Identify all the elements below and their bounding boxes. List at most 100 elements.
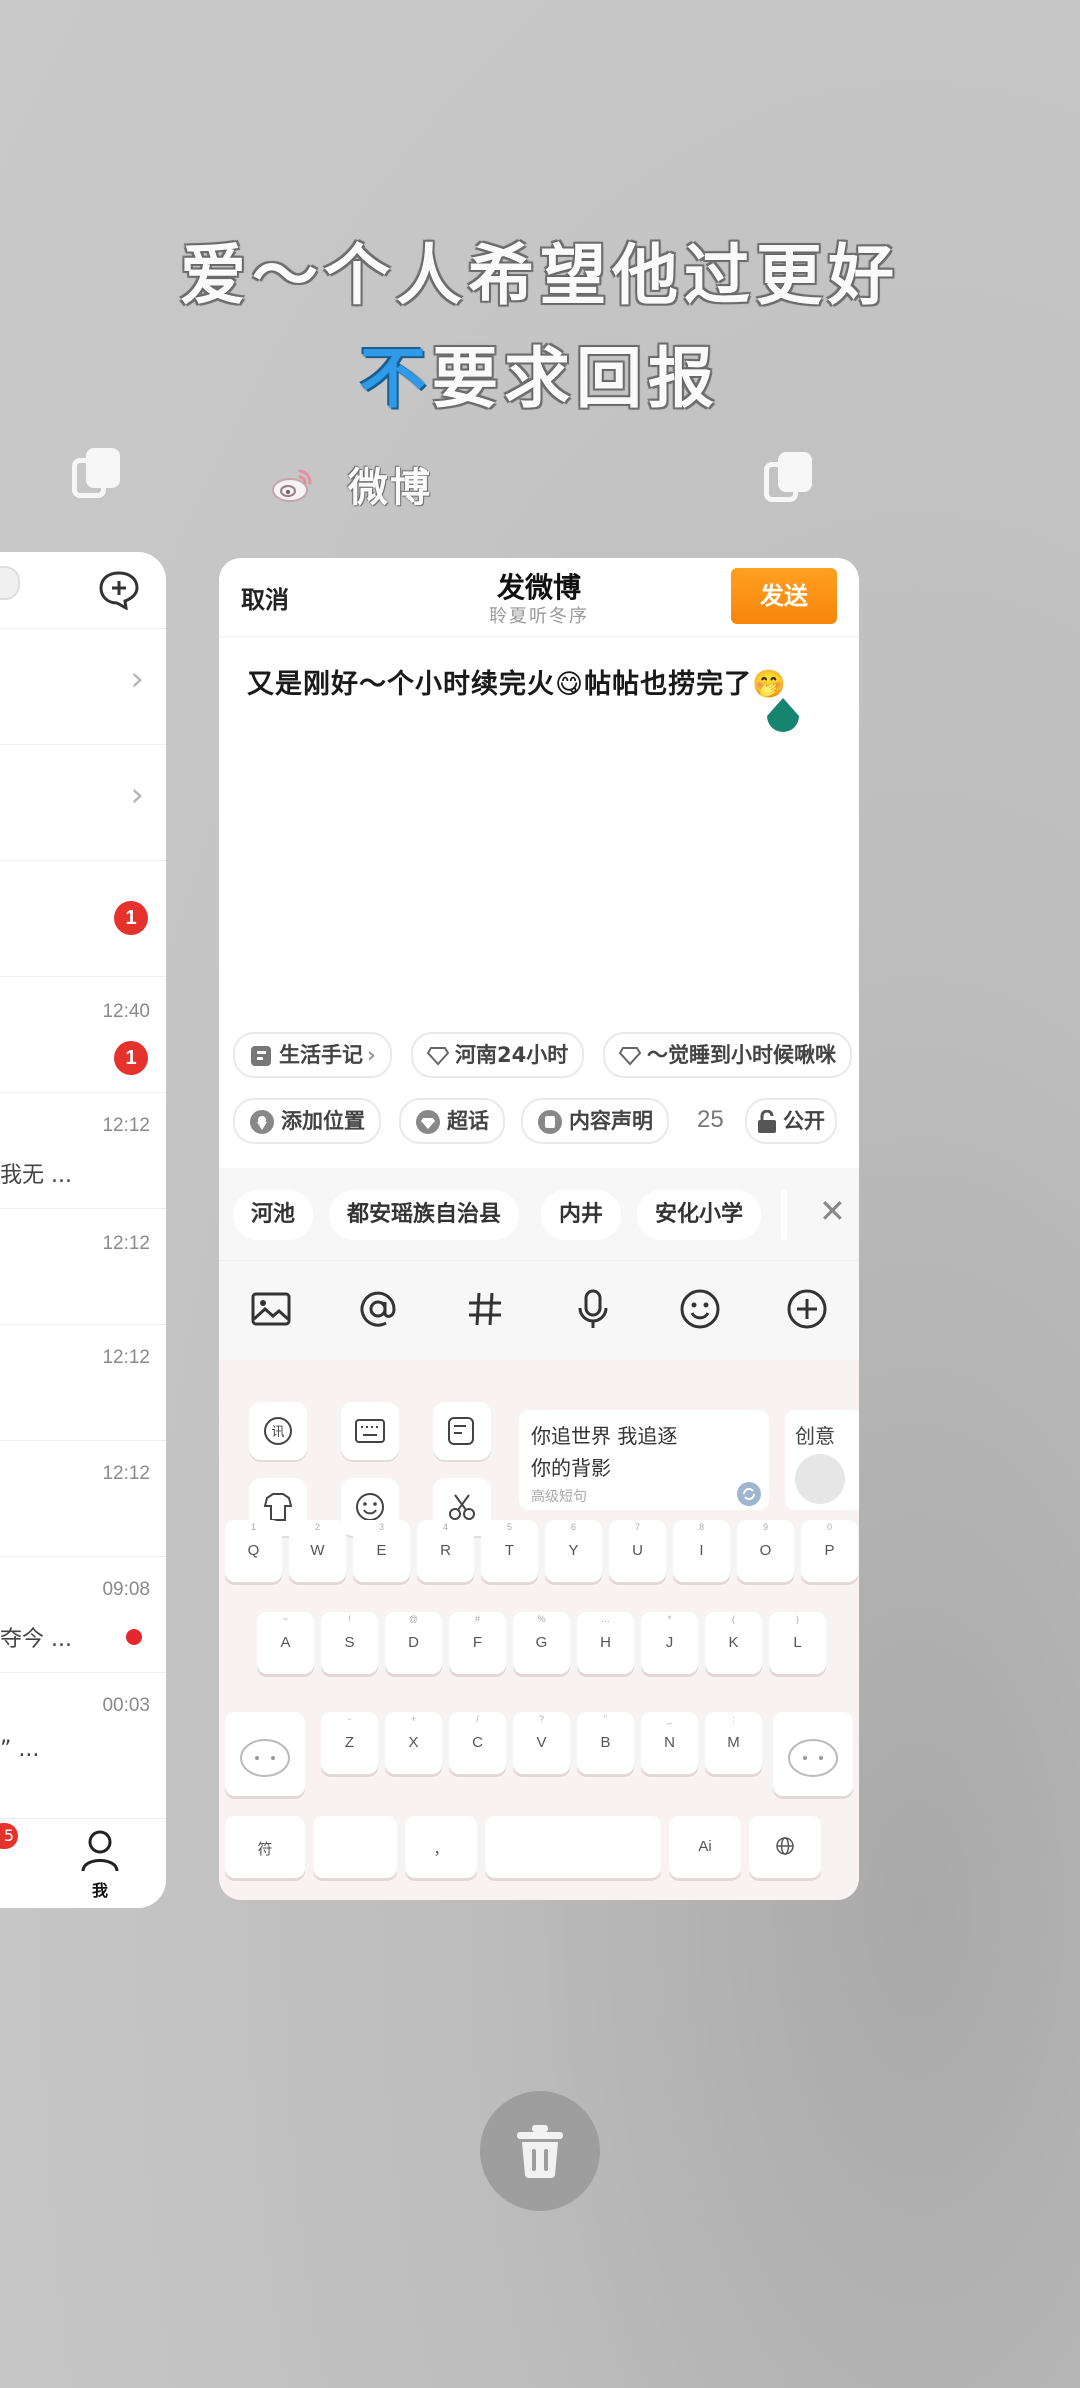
list-item[interactable]: ›: [0, 628, 166, 745]
recent-app-card-messages[interactable]: › › 1 12:40 1 12:12 我无 ... 12:12 12:12 12:…: [0, 552, 166, 1908]
close-icon[interactable]: ✕: [819, 1192, 846, 1230]
diamond-icon: [427, 1047, 449, 1066]
visibility-button[interactable]: 公开: [745, 1098, 837, 1144]
post-text-input[interactable]: 又是刚好〜个小时续完火😋帖帖也捞完了🤭: [247, 662, 787, 701]
split-screen-icon[interactable]: [764, 452, 812, 502]
key-x[interactable]: + X: [385, 1712, 442, 1774]
compose-toolbar: [219, 1260, 859, 1361]
phrase-line: 你的背影: [531, 1456, 611, 1480]
emoji-icon[interactable]: [678, 1287, 722, 1331]
headline-blue-char: 不: [360, 340, 432, 417]
message-time: 00:03: [102, 1695, 150, 1716]
add-location-button[interactable]: 添加位置: [233, 1098, 381, 1144]
phrase-card[interactable]: 创意: [785, 1410, 859, 1510]
list-item[interactable]: 00:03 ” ...: [0, 1672, 166, 1789]
list-item[interactable]: 09:08 夺今 ...: [0, 1556, 166, 1673]
key-k[interactable]: (K: [705, 1612, 762, 1674]
key-v[interactable]: ? V: [513, 1712, 570, 1774]
phrase-line: 你追世界 我追逐: [531, 1424, 678, 1448]
tab-me[interactable]: 我: [80, 1829, 124, 1900]
key-q[interactable]: 1Q: [225, 1520, 282, 1582]
shift-key[interactable]: [225, 1712, 305, 1796]
topic-label: 河南24小时: [455, 1043, 569, 1067]
key-h[interactable]: … H: [577, 1612, 634, 1674]
keyboard-tool-button[interactable]: 讯: [249, 1402, 307, 1460]
svg-text:讯: 讯: [271, 1425, 284, 1440]
keyboard-tool-button[interactable]: [341, 1402, 399, 1460]
key-j[interactable]: * J: [641, 1612, 698, 1674]
key-l[interactable]: ) L: [769, 1612, 826, 1674]
key-e[interactable]: 3E: [353, 1520, 410, 1582]
list-item[interactable]: 12:12: [0, 1208, 166, 1325]
list-item[interactable]: 12:40 1: [0, 976, 166, 1093]
refresh-icon[interactable]: [737, 1482, 761, 1506]
key-f[interactable]: # F: [449, 1612, 506, 1674]
key-d[interactable]: @ D: [385, 1612, 442, 1674]
location-suggestion[interactable]: [781, 1190, 787, 1240]
edit-note-icon: [448, 1417, 474, 1445]
list-item[interactable]: 12:12: [0, 1440, 166, 1557]
list-item[interactable]: 1: [0, 860, 166, 977]
location-suggestion[interactable]: 都安瑶族自治县: [329, 1190, 520, 1240]
globe-key[interactable]: [749, 1816, 821, 1878]
clear-all-button[interactable]: [480, 2091, 600, 2211]
recent-app-card-weibo-compose[interactable]: 取消 发微博 聆夏听冬序 发送 又是刚好〜个小时续完火😋帖帖也捞完了🤭 生活手记…: [219, 558, 859, 1900]
keyboard-tool-button[interactable]: [433, 1402, 491, 1460]
key-c[interactable]: / C: [449, 1712, 506, 1774]
key-w[interactable]: 2W: [289, 1520, 346, 1582]
emoji-key[interactable]: [313, 1816, 397, 1878]
key-z[interactable]: -Z: [321, 1712, 378, 1774]
location-suggestion[interactable]: 内井: [541, 1190, 622, 1240]
location-suggestions: 河池 都安瑶族自治县 内井 安化小学 ✕: [219, 1168, 859, 1260]
key-i[interactable]: 8I: [673, 1520, 730, 1582]
unread-badge: 1: [114, 901, 148, 935]
comma-key[interactable]: ，: [405, 1816, 477, 1878]
key-n[interactable]: _ N: [641, 1712, 698, 1774]
phrase-line: 创意: [795, 1424, 835, 1448]
add-chat-icon[interactable]: [98, 570, 140, 610]
add-icon[interactable]: [785, 1287, 829, 1331]
send-button[interactable]: 发送: [731, 568, 837, 624]
headline-line2-rest: 要求回报: [432, 340, 720, 417]
key-t[interactable]: 5T: [481, 1520, 538, 1582]
message-time: 12:12: [102, 1233, 150, 1254]
key-r[interactable]: 4R: [417, 1520, 474, 1582]
split-screen-icon[interactable]: [72, 448, 120, 498]
mention-icon[interactable]: [356, 1287, 400, 1331]
app-name: 微博: [348, 465, 432, 511]
symbol-key[interactable]: 符: [225, 1816, 305, 1878]
unread-badge: 1: [114, 1041, 148, 1075]
list-item[interactable]: ›: [0, 744, 166, 861]
key-s[interactable]: ! S: [321, 1612, 378, 1674]
topic-chip[interactable]: 〜觉睡到小时候啾咪: [603, 1032, 852, 1078]
notebook-icon: [251, 1046, 271, 1066]
topic-chip[interactable]: 生活手记 ›: [233, 1032, 392, 1078]
microphone-icon[interactable]: [571, 1287, 615, 1331]
space-key[interactable]: [485, 1816, 661, 1878]
key-a[interactable]: ~ A: [257, 1612, 314, 1674]
list-item[interactable]: 12:12 我无 ...: [0, 1092, 166, 1209]
content-statement-button[interactable]: 内容声明: [521, 1098, 669, 1144]
topic-chip[interactable]: 河南24小时: [411, 1032, 585, 1078]
image-icon[interactable]: [249, 1287, 293, 1331]
location-suggestion[interactable]: 安化小学: [637, 1190, 762, 1240]
location-suggestion[interactable]: 河池: [233, 1190, 314, 1240]
key-p[interactable]: 0P: [801, 1520, 858, 1582]
backspace-key[interactable]: [773, 1712, 853, 1796]
key-u[interactable]: 7U: [609, 1520, 666, 1582]
phrase-card[interactable]: 你追世界 我追逐 你的背影 高级短句: [519, 1410, 769, 1510]
news-icon: 讯: [264, 1417, 292, 1445]
ai-key[interactable]: Ai: [669, 1816, 741, 1878]
key-o[interactable]: 9O: [737, 1520, 794, 1582]
super-topic-button[interactable]: 超话: [399, 1098, 505, 1144]
key-m[interactable]: :M: [705, 1712, 762, 1774]
bottom-tab-bar: 5 我: [0, 1818, 166, 1908]
list-item[interactable]: 12:12: [0, 1324, 166, 1441]
tab-badge: 5: [0, 1823, 18, 1849]
key-g[interactable]: % G: [513, 1612, 570, 1674]
text-cursor-handle-icon[interactable]: [765, 698, 801, 738]
hashtag-icon[interactable]: [463, 1287, 507, 1331]
key-b[interactable]: " B: [577, 1712, 634, 1774]
location-icon: [250, 1110, 274, 1134]
key-y[interactable]: 6Y: [545, 1520, 602, 1582]
